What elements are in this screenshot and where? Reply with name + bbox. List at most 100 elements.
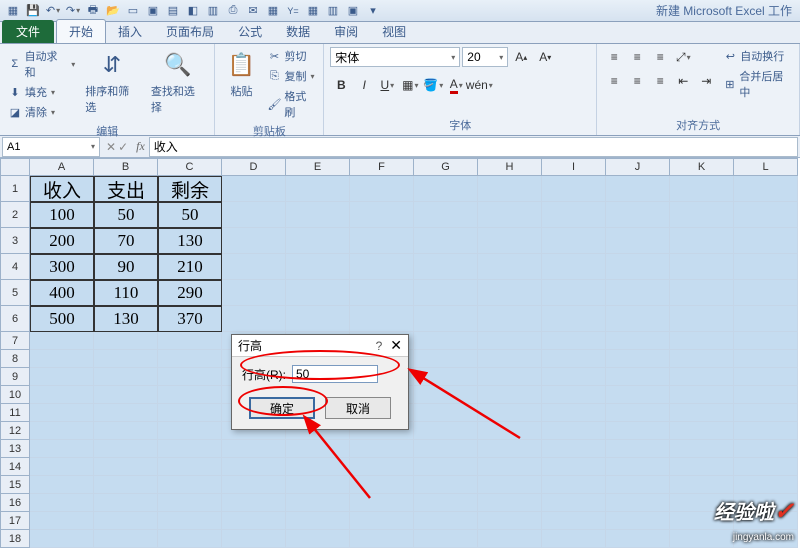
tab-review[interactable]: 审阅 (322, 20, 370, 43)
cell[interactable] (286, 306, 350, 332)
cell[interactable]: 70 (94, 228, 158, 254)
find-select-button[interactable]: 🔍查找和选择 (147, 47, 209, 117)
cell[interactable] (286, 494, 350, 512)
col-header[interactable]: J (606, 158, 670, 176)
col-header[interactable]: F (350, 158, 414, 176)
cell[interactable]: 50 (94, 202, 158, 228)
cell[interactable] (286, 202, 350, 228)
ok-button[interactable]: 确定 (249, 397, 315, 419)
cell[interactable] (94, 530, 158, 548)
cell[interactable] (158, 404, 222, 422)
tab-layout[interactable]: 页面布局 (154, 20, 226, 43)
cell[interactable] (414, 306, 478, 332)
cell[interactable] (222, 494, 286, 512)
cell[interactable] (670, 422, 734, 440)
cell[interactable] (734, 440, 798, 458)
cell[interactable] (734, 404, 798, 422)
cell[interactable] (158, 440, 222, 458)
cell[interactable] (542, 494, 606, 512)
cell[interactable] (158, 350, 222, 368)
cell[interactable] (94, 458, 158, 476)
row-header[interactable]: 18 (0, 530, 30, 548)
cell[interactable] (542, 476, 606, 494)
cell[interactable] (414, 280, 478, 306)
cell[interactable] (606, 280, 670, 306)
cell[interactable] (542, 202, 606, 228)
cell[interactable] (30, 350, 94, 368)
cell[interactable] (478, 350, 542, 368)
cell[interactable] (350, 228, 414, 254)
cancel-formula-icon[interactable]: ✕ (106, 140, 116, 154)
undo-icon[interactable]: ↶▾ (44, 2, 62, 20)
cell[interactable] (606, 458, 670, 476)
qat-open-icon[interactable]: 📂 (104, 2, 122, 20)
cell[interactable] (158, 386, 222, 404)
qat-print-icon[interactable]: 🖶 (84, 2, 102, 20)
cell[interactable] (542, 350, 606, 368)
cell[interactable] (158, 530, 222, 548)
cell[interactable]: 400 (30, 280, 94, 306)
cell[interactable] (670, 476, 734, 494)
cell[interactable] (414, 458, 478, 476)
cell[interactable] (606, 440, 670, 458)
qat-icon-2[interactable]: ▤ (164, 2, 182, 20)
cell[interactable] (478, 280, 542, 306)
cell[interactable] (94, 332, 158, 350)
cell[interactable] (670, 368, 734, 386)
select-all-corner[interactable] (0, 158, 30, 176)
clear-button[interactable]: ◪清除▾ (6, 103, 77, 121)
cell[interactable] (734, 306, 798, 332)
cell[interactable] (670, 202, 734, 228)
cell[interactable] (414, 254, 478, 280)
cell[interactable]: 290 (158, 280, 222, 306)
col-header[interactable]: D (222, 158, 286, 176)
cell[interactable] (158, 476, 222, 494)
cell[interactable] (94, 494, 158, 512)
cell[interactable] (158, 494, 222, 512)
cell[interactable] (606, 332, 670, 350)
cell[interactable] (542, 422, 606, 440)
cell[interactable] (286, 476, 350, 494)
cell[interactable] (222, 458, 286, 476)
cut-button[interactable]: ✂剪切 (265, 47, 317, 65)
qat-icon-11[interactable]: ▣ (344, 2, 362, 20)
cell[interactable] (350, 202, 414, 228)
cell[interactable] (30, 512, 94, 530)
dialog-titlebar[interactable]: 行高 ? ✕ (232, 335, 408, 357)
save-icon[interactable]: 💾 (24, 2, 42, 20)
cell[interactable] (542, 332, 606, 350)
cell[interactable] (158, 458, 222, 476)
cell[interactable] (478, 494, 542, 512)
cancel-button[interactable]: 取消 (325, 397, 391, 419)
cell[interactable]: 剩余 (158, 176, 222, 202)
cell[interactable] (94, 368, 158, 386)
qat-icon-1[interactable]: ▣ (144, 2, 162, 20)
tab-file[interactable]: 文件 (2, 20, 54, 43)
cell[interactable] (542, 458, 606, 476)
cell[interactable] (30, 530, 94, 548)
col-header[interactable]: L (734, 158, 798, 176)
cell[interactable]: 50 (158, 202, 222, 228)
cell[interactable] (478, 332, 542, 350)
cell[interactable] (478, 530, 542, 548)
tab-insert[interactable]: 插入 (106, 20, 154, 43)
col-header[interactable]: G (414, 158, 478, 176)
cell[interactable] (350, 440, 414, 458)
cell[interactable] (286, 512, 350, 530)
cell[interactable] (734, 228, 798, 254)
fill-button[interactable]: ⬇填充▾ (6, 83, 77, 101)
cell[interactable] (478, 440, 542, 458)
formula-bar[interactable]: 收入 (149, 137, 798, 157)
cell[interactable] (478, 404, 542, 422)
cell[interactable] (478, 458, 542, 476)
cell[interactable] (606, 368, 670, 386)
copy-button[interactable]: ⎘复制▾ (265, 67, 317, 85)
cell[interactable] (734, 254, 798, 280)
align-left-button[interactable]: ≡ (603, 71, 625, 91)
align-top-button[interactable]: ≡ (603, 47, 625, 67)
cell[interactable] (734, 368, 798, 386)
cell[interactable] (286, 458, 350, 476)
cell[interactable] (158, 512, 222, 530)
row-header[interactable]: 11 (0, 404, 30, 422)
cell[interactable] (414, 440, 478, 458)
